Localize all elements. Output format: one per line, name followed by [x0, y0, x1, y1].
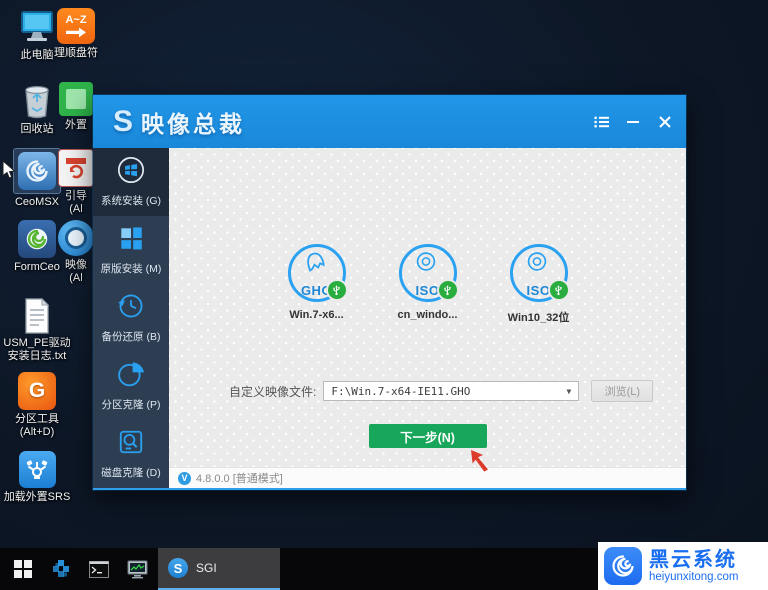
- desktop-icon-label: 分区工具: [1, 413, 73, 426]
- window-main-area: GHO Win.7-x6... ISO cn_windo...: [169, 148, 686, 488]
- az-drives-icon: A~Z: [57, 8, 95, 44]
- desktop-icon-partition-tool[interactable]: G 分区工具 (Alt+D): [1, 372, 73, 439]
- disk-clone-icon: [117, 428, 145, 459]
- sgi-round-icon: [58, 220, 94, 256]
- windows-start-icon: [14, 560, 32, 578]
- sidebar-item-original-install[interactable]: 原版安装 (M): [93, 216, 169, 284]
- taskbar-cmd-button[interactable]: [80, 548, 118, 590]
- taskbar-monitor-button[interactable]: [118, 548, 156, 590]
- sidebar-item-label: 系统安装 (G): [101, 193, 161, 208]
- blue-cube-icon: [51, 559, 71, 579]
- desktop-icon-load-srs[interactable]: 加载外置SRS: [1, 451, 73, 504]
- sidebar-item-label: 分区克隆 (P): [102, 397, 161, 412]
- sidebar-item-system-install[interactable]: 系统安装 (G): [93, 148, 169, 216]
- desktop-icon-label: USM_PE驱动: [1, 337, 73, 350]
- version-badge-icon: V: [178, 472, 191, 485]
- image-item-gho[interactable]: GHO Win.7-x6...: [267, 244, 367, 325]
- backup-restore-icon: [117, 292, 145, 323]
- sidebar-item-backup-restore[interactable]: 备份还原 (B): [93, 284, 169, 352]
- az-text: A~Z: [65, 14, 86, 26]
- sidebar-item-label: 原版安装 (M): [101, 261, 162, 276]
- usb-badge-icon: [326, 279, 348, 301]
- window-titlebar: S 映像总裁: [93, 95, 686, 148]
- app-title: 映像总裁: [141, 105, 245, 139]
- boot-repair-icon: [58, 149, 94, 187]
- sidebar-item-disk-clone[interactable]: 磁盘克隆 (D): [93, 420, 169, 488]
- system-install-icon: [117, 156, 145, 187]
- window-sidebar: 系统安装 (G) 原版安装 (M) 备份还原 (B) 分区克隆 (P) 磁盘克隆…: [93, 148, 169, 488]
- custom-image-row: 自定义映像文件: F:\Win.7-x64-IE11.GHO ▼ 浏览(L): [229, 380, 653, 402]
- gho-circle-icon: GHO: [288, 244, 346, 302]
- minimize-icon[interactable]: [624, 113, 642, 131]
- version-text: 4.8.0.0 [普通模式]: [196, 470, 283, 486]
- command-prompt-icon: [89, 561, 109, 578]
- sidebar-item-partition-clone[interactable]: 分区克隆 (P): [93, 352, 169, 420]
- watermark-site-name: 黑云系统: [649, 549, 739, 571]
- next-step-button[interactable]: 下一步(N): [369, 424, 487, 448]
- window-statusbar: V 4.8.0.0 [普通模式]: [169, 467, 686, 488]
- close-icon[interactable]: [656, 113, 674, 131]
- watermark-site-url: heiyunxitong.com: [649, 571, 739, 584]
- partition-clone-icon: [117, 360, 145, 391]
- usb-badge-icon: [548, 279, 570, 301]
- sidebar-item-label: 备份还原 (B): [102, 329, 161, 344]
- image-name-label: Win.7-x6...: [289, 309, 343, 321]
- image-path-combobox[interactable]: F:\Win.7-x64-IE11.GHO ▼: [323, 381, 579, 401]
- start-button[interactable]: [4, 548, 42, 590]
- diskgenius-icon: G: [18, 372, 56, 410]
- original-install-icon: [117, 224, 145, 255]
- image-item-iso-1[interactable]: ISO cn_windo...: [378, 244, 478, 325]
- image-name-label: Win10_32位: [508, 309, 570, 325]
- desktop-icon-usm-log[interactable]: USM_PE驱动 安装日志.txt: [1, 298, 73, 363]
- desktop-icon-label: 加载外置SRS: [1, 491, 73, 504]
- image-choices-row: GHO Win.7-x6... ISO cn_windo...: [169, 244, 686, 325]
- chevron-down-icon: ▼: [567, 387, 572, 396]
- iso-circle-icon: ISO: [510, 244, 568, 302]
- image-name-label: cn_windo...: [398, 309, 458, 321]
- desktop-icon-label-line2: (Alt+D): [1, 426, 73, 439]
- sgi-logo-icon: S: [168, 558, 188, 578]
- diskgenius-letter: G: [29, 379, 45, 403]
- taskbar-network-app-button[interactable]: [42, 548, 80, 590]
- desktop-icon-label: 理顺盘符: [40, 47, 112, 60]
- usb-badge-icon: [437, 279, 459, 301]
- browse-button[interactable]: 浏览(L): [591, 380, 653, 402]
- menu-icon[interactable]: [592, 113, 610, 131]
- srs-drive-icon: [19, 451, 56, 488]
- heiyun-swirl-icon: [604, 547, 642, 585]
- app-logo-icon: S: [113, 105, 133, 139]
- image-path-value: F:\Win.7-x64-IE11.GHO: [331, 385, 470, 398]
- taskbar-task-sgi[interactable]: S SGI: [158, 548, 280, 590]
- text-file-icon: [1, 298, 73, 334]
- desktop-icon-label-line2: 安装日志.txt: [1, 350, 73, 363]
- iso-circle-icon: ISO: [399, 244, 457, 302]
- sidebar-item-label: 磁盘克隆 (D): [101, 465, 161, 480]
- image-item-iso-2[interactable]: ISO Win10_32位: [489, 244, 589, 325]
- taskbar-task-label: SGI: [196, 561, 217, 575]
- external-green-icon: [59, 82, 93, 116]
- sgi-app-window: S 映像总裁 系统安装 (G) 原版安装 (M): [93, 95, 686, 490]
- desktop-icon-sort-drives[interactable]: A~Z 理顺盘符: [40, 8, 112, 60]
- watermark-link[interactable]: 黑云系统 heiyunxitong.com: [598, 542, 768, 590]
- system-monitor-icon: [127, 560, 148, 579]
- custom-image-label: 自定义映像文件:: [229, 383, 316, 400]
